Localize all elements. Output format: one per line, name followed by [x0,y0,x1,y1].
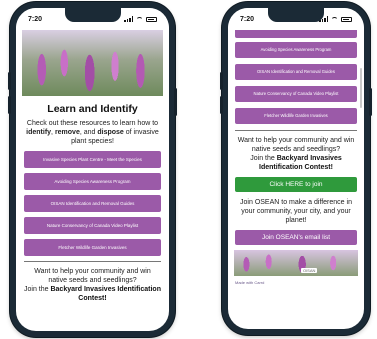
signal-icon [124,16,133,22]
wifi-icon [331,16,338,22]
resource-button-fletcher-garden[interactable]: Fletcher Wildlife Garden Invasives [235,108,357,124]
resource-button-fletcher-garden[interactable]: Fletcher Wildlife Garden Invasives [24,239,161,256]
join-contest-button[interactable]: Click HERE to join [235,177,357,192]
page-content: Avoiding Species Awareness Program OISAN… [228,28,364,329]
scrollbar[interactable] [360,68,362,108]
phone-screen: 7:20 Learn and Identify Check out these … [16,8,169,331]
divider [235,130,357,131]
resource-button-removal-guides[interactable]: OISAN Identification and Removal Guides [235,64,357,80]
divider [24,261,161,262]
notch [268,8,324,22]
volume-button [220,96,223,114]
phone-screen: 7:20 Avoiding Species Awareness Program … [228,8,364,329]
remove-emphasis: remove [54,129,80,136]
notch [64,8,121,22]
volume-button [8,96,11,114]
contest-name: Backyard Invasives Identification Contes… [50,286,161,302]
made-with-carrd-link[interactable]: Made with Carrd [235,280,357,285]
battery-icon [341,16,352,22]
phone-right: 7:20 Avoiding Species Awareness Program … [220,2,372,335]
volume-button [220,72,223,90]
email-list-button[interactable]: Join OSEAN's email list [235,230,357,245]
dispose-emphasis: dispose [97,129,124,136]
battery-icon [146,16,157,22]
resource-button-species-centre[interactable]: Invasive Species Plant Centre - Meet the… [24,151,161,168]
phone-left: 7:20 Learn and Identify Check out these … [8,2,177,337]
hero-image-lupines [22,30,163,96]
contest-prompt: Want to help your community and win nati… [24,268,161,302]
power-button [369,88,372,116]
resource-button-video-playlist[interactable]: Nature Conservancy of Canada Video Playl… [24,217,161,234]
resource-button-awareness-program[interactable]: Avoiding Species Awareness Program [235,42,357,58]
osean-text: Join OSEAN to make a difference in your … [240,199,352,224]
page-content: Learn and Identify Check out these resou… [16,28,169,331]
power-button [174,88,177,116]
status-bar: 7:20 [228,8,364,30]
strip-badge: OISAN [300,268,318,273]
volume-button [8,72,11,90]
resource-button-video-playlist[interactable]: Nature Conservancy of Canada Video Playl… [235,86,357,102]
status-icons [124,16,157,22]
status-time: 7:20 [28,15,43,23]
resource-button-awareness-program[interactable]: Avoiding Species Awareness Program [24,173,161,190]
intro-text: Check out these resources to learn how t… [26,120,159,145]
resource-button-removal-guides[interactable]: OISAN Identification and Removal Guides [24,195,161,212]
identify-emphasis: identify [26,129,52,136]
status-bar: 7:20 [16,8,169,30]
wifi-icon [136,16,143,22]
status-icons [319,16,352,22]
contest-prompt: Want to help your community and win nati… [237,137,355,171]
status-time: 7:20 [240,15,255,23]
footer-image-lupines: OISAN [234,250,358,276]
page-title: Learn and Identify [47,103,138,115]
